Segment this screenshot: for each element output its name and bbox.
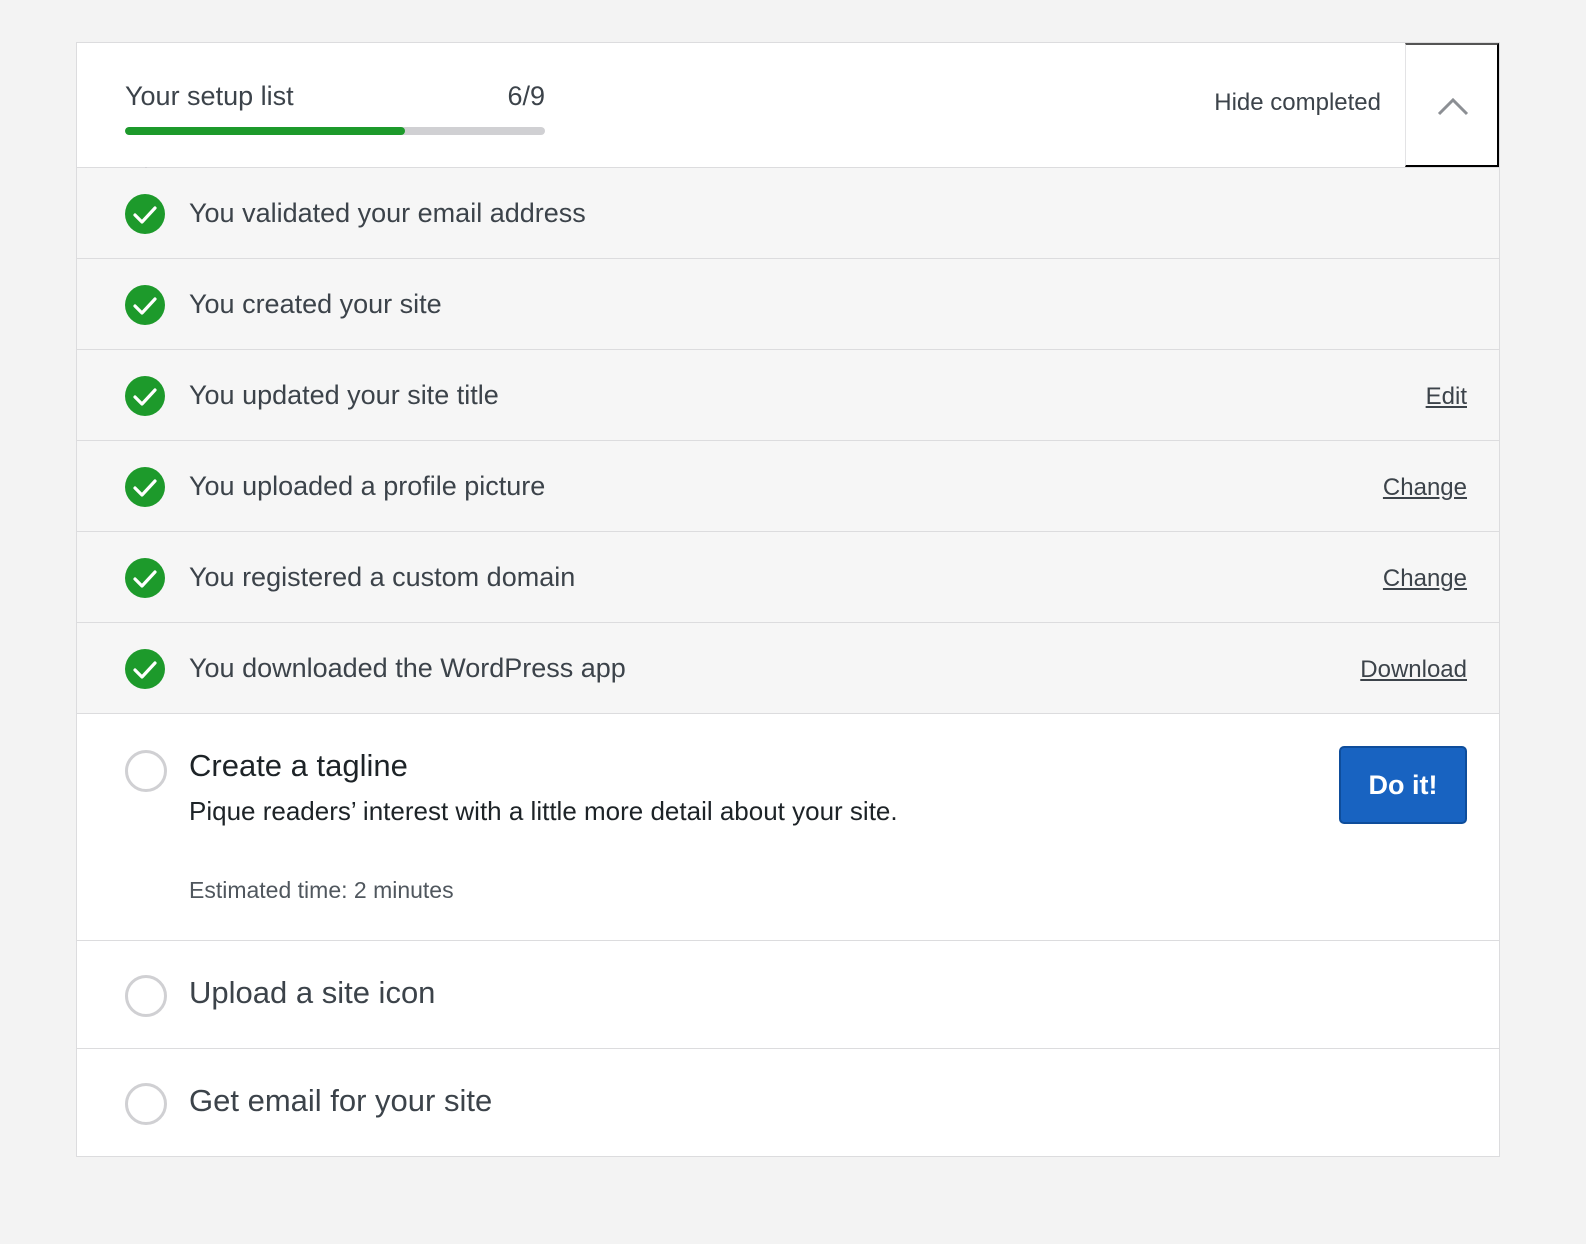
setup-list-card: Your setup list 6/9 Hide completed You v…	[76, 42, 1500, 1157]
change-profile-picture-link[interactable]: Change	[1383, 474, 1467, 502]
task-label: You updated your site title	[189, 380, 499, 410]
progress-bar	[125, 127, 545, 135]
task-label: Upload a site icon	[189, 975, 436, 1010]
empty-circle-icon	[125, 1083, 167, 1125]
checkmark-circle-icon	[125, 194, 165, 234]
checkmark-circle-icon	[125, 376, 165, 416]
task-label: You created your site	[189, 289, 442, 319]
hide-completed-button[interactable]: Hide completed	[1214, 89, 1381, 117]
checkmark-circle-icon	[125, 467, 165, 507]
empty-circle-icon	[125, 750, 167, 792]
completed-task-list: You validated your email address You cre…	[77, 168, 1499, 714]
chevron-up-icon	[1437, 97, 1469, 116]
task-label: You validated your email address	[189, 198, 586, 228]
task-validate-email: You validated your email address	[77, 168, 1499, 259]
task-wordpress-app: You downloaded the WordPress app Downloa…	[77, 623, 1499, 714]
task-create-tagline: Create a tagline Pique readers’ interest…	[77, 714, 1499, 941]
checkmark-circle-icon	[125, 558, 165, 598]
task-label: Get email for your site	[189, 1083, 493, 1118]
progress-count: 6/9	[507, 81, 545, 111]
checkmark-circle-icon	[125, 285, 165, 325]
do-it-button[interactable]: Do it!	[1339, 746, 1467, 824]
task-label: You downloaded the WordPress app	[189, 653, 626, 683]
edit-site-title-link[interactable]: Edit	[1426, 383, 1467, 411]
setup-list-header: Your setup list 6/9 Hide completed	[77, 43, 1499, 168]
task-custom-domain: You registered a custom domain Change	[77, 532, 1499, 623]
task-get-email[interactable]: Get email for your site	[77, 1049, 1499, 1156]
task-label: You uploaded a profile picture	[189, 471, 546, 501]
download-app-link[interactable]: Download	[1360, 656, 1467, 684]
task-profile-picture: You uploaded a profile picture Change	[77, 441, 1499, 532]
active-task-title: Create a tagline	[189, 748, 408, 783]
task-label: You registered a custom domain	[189, 562, 576, 592]
checkmark-circle-icon	[125, 649, 165, 689]
active-task-description: Pique readers’ interest with a little mo…	[189, 796, 898, 826]
change-domain-link[interactable]: Change	[1383, 565, 1467, 593]
task-site-title: You updated your site title Edit	[77, 350, 1499, 441]
task-create-site: You created your site	[77, 259, 1499, 350]
task-upload-site-icon[interactable]: Upload a site icon	[77, 941, 1499, 1049]
empty-circle-icon	[125, 975, 167, 1017]
collapse-button[interactable]	[1405, 43, 1499, 167]
estimated-time: Estimated time: 2 minutes	[189, 877, 454, 903]
setup-list-title: Your setup list	[125, 81, 294, 111]
progress-bar-fill	[125, 127, 406, 135]
